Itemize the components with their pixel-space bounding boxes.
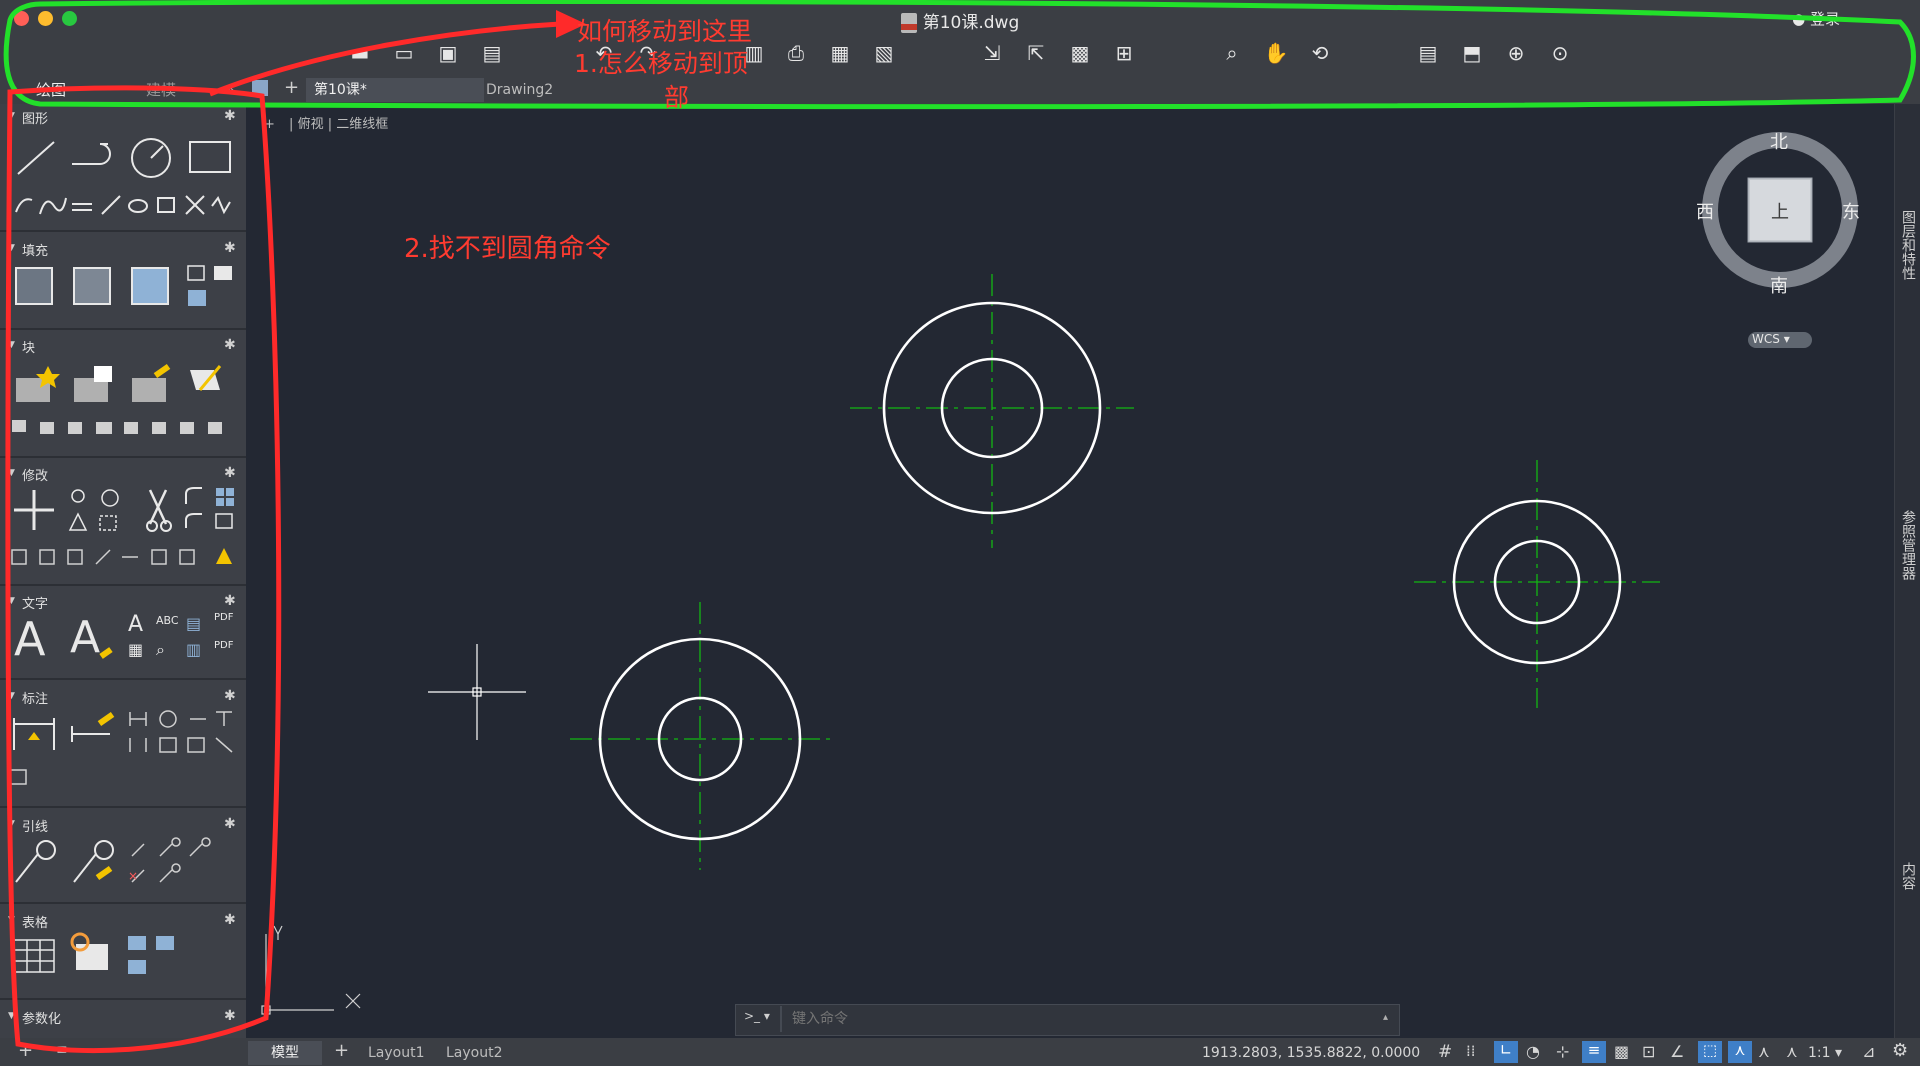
red-annotation-outline (5, 85, 282, 1054)
annotation-overlay (3, 0, 1916, 1054)
annotation-top-3: 部 (664, 83, 690, 112)
annotation-top-1: 如何移动到这里 (577, 17, 753, 46)
red-annotation-arrow (209, 21, 561, 97)
annotation-canvas-note: 2.找不到圆角命令 (404, 234, 611, 264)
green-annotation-outline (3, 0, 1916, 110)
annotation-top-2: 1.怎么移动到顶 (574, 49, 748, 78)
